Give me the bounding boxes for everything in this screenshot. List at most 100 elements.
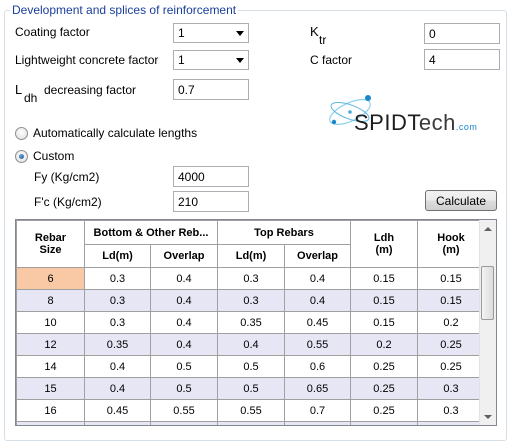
ldh-cell[interactable]: 0.15 bbox=[350, 311, 418, 334]
bottom-overlap-cell[interactable]: 0.7 bbox=[150, 421, 218, 425]
top-ld-cell[interactable]: 0.3 bbox=[217, 267, 285, 290]
ldh-cell[interactable]: 0.25 bbox=[350, 399, 418, 422]
hook-cell[interactable]: 0.15 bbox=[417, 289, 485, 312]
bottom-ld-cell[interactable]: 0.4 bbox=[84, 377, 151, 400]
top-overlap-cell[interactable]: 0.4 bbox=[284, 289, 351, 312]
ktr-input[interactable] bbox=[424, 23, 500, 44]
chevron-down-icon[interactable] bbox=[231, 24, 248, 42]
top-overlap-cell[interactable]: 0.6 bbox=[284, 355, 351, 378]
table-row[interactable]: 14 0.4 0.5 0.5 0.6 0.25 0.25 bbox=[16, 355, 485, 378]
rebar-size-cell[interactable]: 15 bbox=[16, 377, 85, 400]
ldh-cell[interactable]: 0.15 bbox=[350, 289, 418, 312]
ldh-label-main: L bbox=[15, 82, 23, 97]
top-ld-cell[interactable]: 0.5 bbox=[217, 355, 285, 378]
hook-cell[interactable]: 0.35 bbox=[417, 421, 485, 425]
table-row[interactable]: 8 0.3 0.4 0.3 0.4 0.15 0.15 bbox=[16, 289, 485, 312]
top-ld-header[interactable]: Ld(m) bbox=[217, 244, 285, 268]
fc-input[interactable] bbox=[173, 191, 249, 212]
vertical-scrollbar[interactable] bbox=[479, 220, 496, 425]
rebar-size-cell[interactable]: 6 bbox=[16, 267, 85, 290]
grid-body: 6 0.3 0.4 0.3 0.4 0.15 0.15 8 0.3 0.4 0.3 0.4 0.15 0.… bbox=[16, 267, 485, 425]
bottom-ld-cell[interactable]: 0.3 bbox=[84, 267, 151, 290]
bottom-ld-cell[interactable]: 0.4 bbox=[84, 355, 151, 378]
bottom-ld-cell[interactable]: 0.3 bbox=[84, 311, 151, 334]
bottom-ld-cell[interactable]: 0.45 bbox=[84, 399, 151, 422]
hook-cell[interactable]: 0.3 bbox=[417, 377, 485, 400]
bottom-overlap-cell[interactable]: 0.5 bbox=[150, 355, 218, 378]
table-row[interactable]: 12 0.35 0.4 0.4 0.55 0.2 0.25 bbox=[16, 333, 485, 356]
rebar-size-header[interactable]: Rebar Size bbox=[16, 220, 85, 268]
hook-cell[interactable]: 0.3 bbox=[417, 399, 485, 422]
hook-cell[interactable]: 0.25 bbox=[417, 333, 485, 356]
ldh-cell[interactable]: 0.3 bbox=[350, 421, 418, 425]
top-ld-cell[interactable]: 0.35 bbox=[217, 311, 285, 334]
table-row[interactable]: 10 0.3 0.4 0.35 0.45 0.15 0.2 bbox=[16, 311, 485, 334]
bottom-overlap-cell[interactable]: 0.4 bbox=[150, 289, 218, 312]
bottom-overlap-cell[interactable]: 0.4 bbox=[150, 267, 218, 290]
fy-input[interactable] bbox=[173, 166, 249, 187]
bottom-ld-cell[interactable]: 0.3 bbox=[84, 289, 151, 312]
custom-label[interactable]: Custom bbox=[33, 149, 74, 163]
bottom-overlap-cell[interactable]: 0.5 bbox=[150, 377, 218, 400]
chevron-down-icon[interactable] bbox=[231, 51, 248, 69]
top-rebars-header[interactable]: Top Rebars bbox=[217, 220, 351, 245]
rebar-size-cell[interactable]: 16 bbox=[16, 399, 85, 422]
top-overlap-header[interactable]: Overlap bbox=[284, 244, 351, 268]
ldh-factor-input[interactable] bbox=[173, 79, 249, 100]
top-ld-cell[interactable]: 0.3 bbox=[217, 289, 285, 312]
bottom-ld-cell[interactable]: 0.35 bbox=[84, 333, 151, 356]
bottom-overlap-cell[interactable]: 0.4 bbox=[150, 333, 218, 356]
rebar-size-header-line1: Rebar bbox=[34, 232, 67, 244]
auto-calculate-label[interactable]: Automatically calculate lengths bbox=[33, 126, 197, 140]
top-ld-cell[interactable]: 0.55 bbox=[217, 399, 285, 422]
rebar-size-cell[interactable]: 14 bbox=[16, 355, 85, 378]
ldh-cell[interactable]: 0.25 bbox=[350, 377, 418, 400]
hook-cell[interactable]: 0.2 bbox=[417, 311, 485, 334]
rebar-size-cell[interactable]: 8 bbox=[16, 289, 85, 312]
lightweight-factor-select[interactable]: 1 bbox=[173, 50, 249, 70]
calculate-button[interactable]: Calculate bbox=[425, 190, 497, 211]
top-overlap-cell[interactable]: 0.7 bbox=[284, 399, 351, 422]
rebar-data-grid[interactable]: Rebar Size Bottom & Other Reb... Top Reb… bbox=[15, 219, 497, 426]
c-factor-label: C factor bbox=[310, 53, 353, 67]
table-row[interactable]: 180.550.70.70.90.30.35 bbox=[16, 421, 485, 425]
scroll-up-icon[interactable] bbox=[480, 220, 496, 237]
bottom-overlap-cell[interactable]: 0.55 bbox=[150, 399, 218, 422]
ldh-header[interactable]: Ldh (m) bbox=[350, 220, 418, 268]
bottom-overlap-header[interactable]: Overlap bbox=[150, 244, 218, 268]
top-ld-cell[interactable]: 0.4 bbox=[217, 333, 285, 356]
bottom-ld-header[interactable]: Ld(m) bbox=[84, 244, 151, 268]
auto-calculate-radio[interactable] bbox=[15, 127, 28, 140]
rebar-size-cell[interactable]: 10 bbox=[16, 311, 85, 334]
ldh-cell[interactable]: 0.15 bbox=[350, 267, 418, 290]
rebar-size-cell[interactable]: 18 bbox=[16, 421, 85, 425]
scroll-down-icon[interactable] bbox=[480, 408, 496, 425]
top-overlap-cell[interactable]: 0.9 bbox=[284, 421, 351, 425]
hook-header[interactable]: Hook (m) bbox=[417, 220, 485, 268]
ldh-label-sub: dh bbox=[24, 91, 38, 105]
top-ld-cell[interactable]: 0.5 bbox=[217, 377, 285, 400]
rebar-size-cell[interactable]: 12 bbox=[16, 333, 85, 356]
coating-factor-select[interactable]: 1 bbox=[173, 23, 249, 43]
top-overlap-cell[interactable]: 0.65 bbox=[284, 377, 351, 400]
bottom-ld-cell[interactable]: 0.55 bbox=[84, 421, 151, 425]
c-factor-input[interactable] bbox=[424, 49, 500, 70]
table-row[interactable]: 6 0.3 0.4 0.3 0.4 0.15 0.15 bbox=[16, 267, 485, 290]
fy-label: Fy (Kg/cm2) bbox=[34, 170, 100, 184]
top-overlap-cell[interactable]: 0.4 bbox=[284, 267, 351, 290]
top-overlap-cell[interactable]: 0.55 bbox=[284, 333, 351, 356]
top-ld-cell[interactable]: 0.7 bbox=[217, 421, 285, 425]
scroll-thumb[interactable] bbox=[481, 266, 494, 320]
ldh-cell[interactable]: 0.2 bbox=[350, 333, 418, 356]
hook-cell[interactable]: 0.25 bbox=[417, 355, 485, 378]
top-overlap-cell[interactable]: 0.45 bbox=[284, 311, 351, 334]
ldh-cell[interactable]: 0.25 bbox=[350, 355, 418, 378]
table-row[interactable]: 16 0.45 0.55 0.55 0.7 0.25 0.3 bbox=[16, 399, 485, 422]
ldh-label-rest: decreasing factor bbox=[44, 83, 137, 97]
table-row[interactable]: 15 0.4 0.5 0.5 0.65 0.25 0.3 bbox=[16, 377, 485, 400]
hook-cell[interactable]: 0.15 bbox=[417, 267, 485, 290]
bottom-overlap-cell[interactable]: 0.4 bbox=[150, 311, 218, 334]
custom-radio[interactable] bbox=[15, 150, 28, 163]
ktr-label-main: K bbox=[310, 24, 319, 39]
bottom-rebars-header[interactable]: Bottom & Other Reb... bbox=[84, 220, 218, 245]
